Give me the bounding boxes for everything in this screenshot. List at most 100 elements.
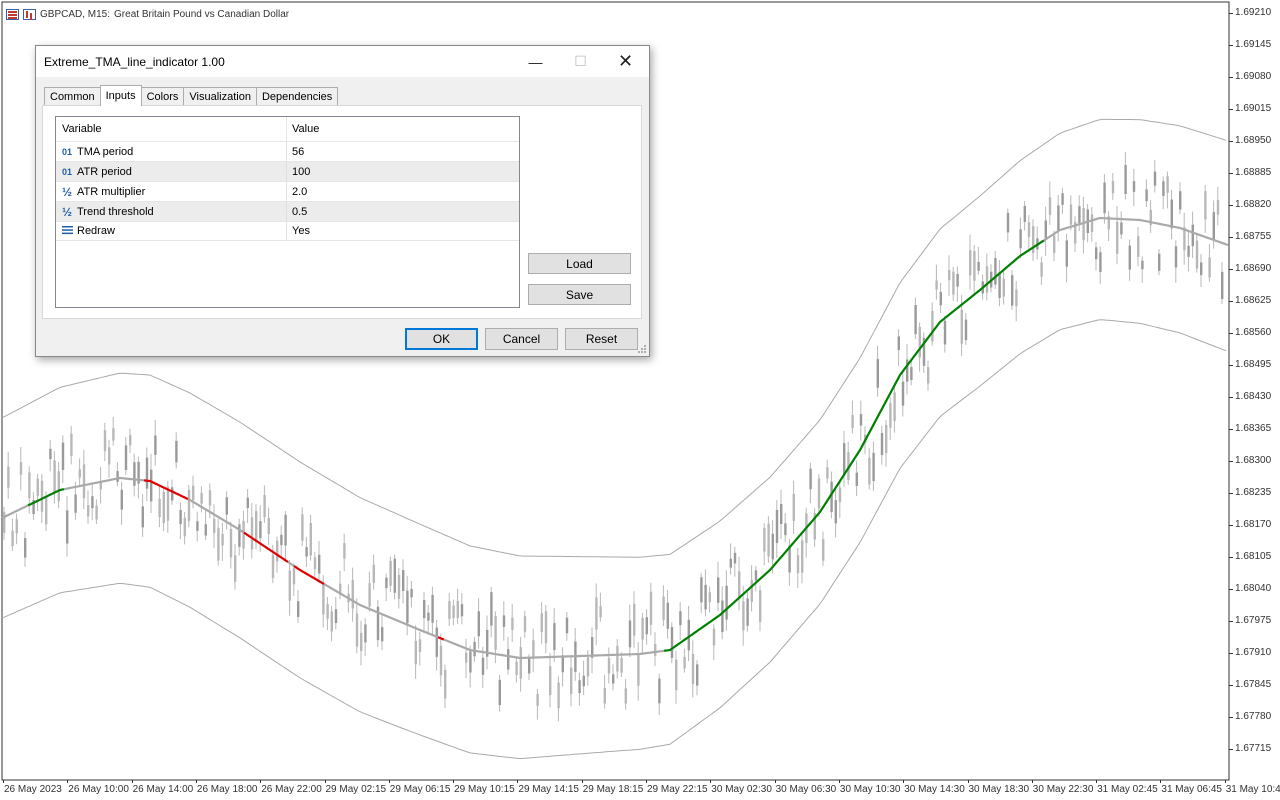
candle-body — [540, 613, 543, 633]
candle-body — [1048, 197, 1052, 215]
candle-body — [187, 490, 191, 522]
price-label: 1.69145 — [1235, 39, 1272, 50]
variable-name: TMA period — [77, 145, 134, 158]
candle-body — [704, 584, 707, 610]
resize-grip-icon[interactable] — [637, 344, 647, 354]
table-row[interactable]: ½ Trend threshold 0.5 — [56, 201, 519, 221]
candle-body — [948, 270, 951, 281]
candle-body — [66, 510, 69, 544]
candle-body — [326, 604, 329, 619]
tab-dependencies[interactable]: Dependencies — [255, 87, 339, 106]
candle-body — [1057, 205, 1060, 231]
indicator-dialog: Extreme_TMA_line_indicator 1.00 — ☐ ✕ Co… — [35, 45, 650, 357]
candle-body — [355, 613, 359, 647]
candle-body — [599, 606, 602, 618]
candle-body — [637, 654, 640, 686]
tab-colors[interactable]: Colors — [140, 87, 185, 106]
variable-value[interactable]: 2.0 — [292, 186, 307, 198]
candle-body — [280, 534, 283, 546]
candle-body — [246, 497, 249, 508]
reset-button[interactable]: Reset — [565, 328, 638, 350]
candle-body — [612, 674, 615, 684]
tab-common[interactable]: Common — [44, 87, 101, 106]
time-label: 30 May 02:30 — [711, 784, 772, 795]
time-tick — [710, 780, 712, 783]
ok-button[interactable]: OK — [405, 328, 478, 350]
candle-body — [292, 568, 296, 585]
column-header-variable[interactable]: Variable — [56, 117, 287, 141]
candle-body — [616, 645, 619, 672]
cancel-button[interactable]: Cancel — [485, 328, 558, 350]
candle-body — [502, 615, 506, 627]
candle-body — [1061, 193, 1064, 205]
candle-body — [158, 498, 161, 518]
variable-value[interactable]: Yes — [292, 225, 310, 237]
price-label: 1.68430 — [1235, 391, 1272, 402]
candle-body — [192, 485, 195, 501]
time-label: 31 May 06:45 — [1161, 784, 1222, 795]
price-tick — [1229, 493, 1233, 494]
table-row[interactable]: Redraw Yes — [56, 221, 519, 241]
candle-body — [288, 570, 291, 601]
tab-visualization[interactable]: Visualization — [183, 87, 257, 106]
table-row[interactable]: 01 TMA period 56 — [56, 141, 519, 161]
candle-body — [1162, 181, 1165, 196]
tab-inputs[interactable]: Inputs — [99, 85, 142, 106]
candle-body — [57, 471, 60, 502]
candle-body — [960, 310, 963, 344]
time-label: 31 May 10:45 — [1225, 784, 1280, 795]
time-tick — [646, 780, 647, 783]
time-label: 30 May 18:30 — [968, 784, 1030, 795]
candle-body — [1170, 199, 1173, 229]
candle-body — [683, 656, 686, 669]
candle-body — [822, 539, 825, 561]
candle-body — [654, 644, 657, 656]
time-tick — [3, 780, 4, 783]
candle-body — [1124, 164, 1127, 194]
close-button[interactable]: ✕ — [603, 46, 648, 77]
candle-body — [717, 577, 720, 603]
chart-menu-icon[interactable] — [6, 8, 19, 20]
candle-body — [74, 494, 77, 513]
load-button[interactable]: Load — [528, 253, 631, 274]
candle-body — [124, 445, 128, 470]
candle-body — [330, 611, 333, 632]
variable-value[interactable]: 100 — [292, 166, 310, 178]
price-tick — [1229, 557, 1233, 558]
column-header-value[interactable]: Value — [287, 117, 519, 141]
candle-body — [162, 492, 165, 523]
candle-body — [460, 604, 464, 617]
candle-body — [1145, 189, 1148, 202]
candle-body — [53, 460, 56, 494]
candle-body — [985, 266, 989, 293]
candle-body — [565, 617, 569, 634]
candle-body — [103, 430, 107, 452]
candle-body — [108, 447, 111, 465]
candle-body — [511, 617, 514, 630]
candle-body — [666, 602, 669, 629]
time-label: 30 May 06:30 — [775, 784, 837, 795]
price-tick — [1229, 77, 1233, 78]
price-tick — [1229, 461, 1233, 462]
chart-type-icon[interactable] — [23, 8, 36, 20]
candle-body — [406, 590, 409, 624]
table-row[interactable]: ½ ATR multiplier 2.0 — [56, 181, 519, 201]
candle-body — [372, 564, 375, 583]
variable-value[interactable]: 56 — [292, 146, 304, 158]
candle-body — [544, 611, 548, 644]
minimize-button[interactable]: — — [513, 46, 558, 77]
save-button[interactable]: Save — [528, 284, 631, 305]
variable-value[interactable]: 0.5 — [292, 206, 307, 218]
time-label: 30 May 10:30 — [839, 784, 901, 795]
close-icon: ✕ — [617, 51, 634, 71]
candle-body — [507, 649, 510, 670]
candle-body — [675, 659, 678, 691]
candle-body — [259, 521, 262, 539]
table-row[interactable]: 01 ATR period 100 — [56, 161, 519, 181]
price-label: 1.69015 — [1235, 103, 1272, 114]
dialog-titlebar[interactable]: Extreme_TMA_line_indicator 1.00 — ☐ ✕ — [36, 46, 649, 77]
candle-body — [397, 574, 401, 599]
price-tick — [1229, 525, 1233, 526]
time-label: 29 May 14:15 — [518, 784, 579, 795]
candle-body — [175, 440, 178, 463]
